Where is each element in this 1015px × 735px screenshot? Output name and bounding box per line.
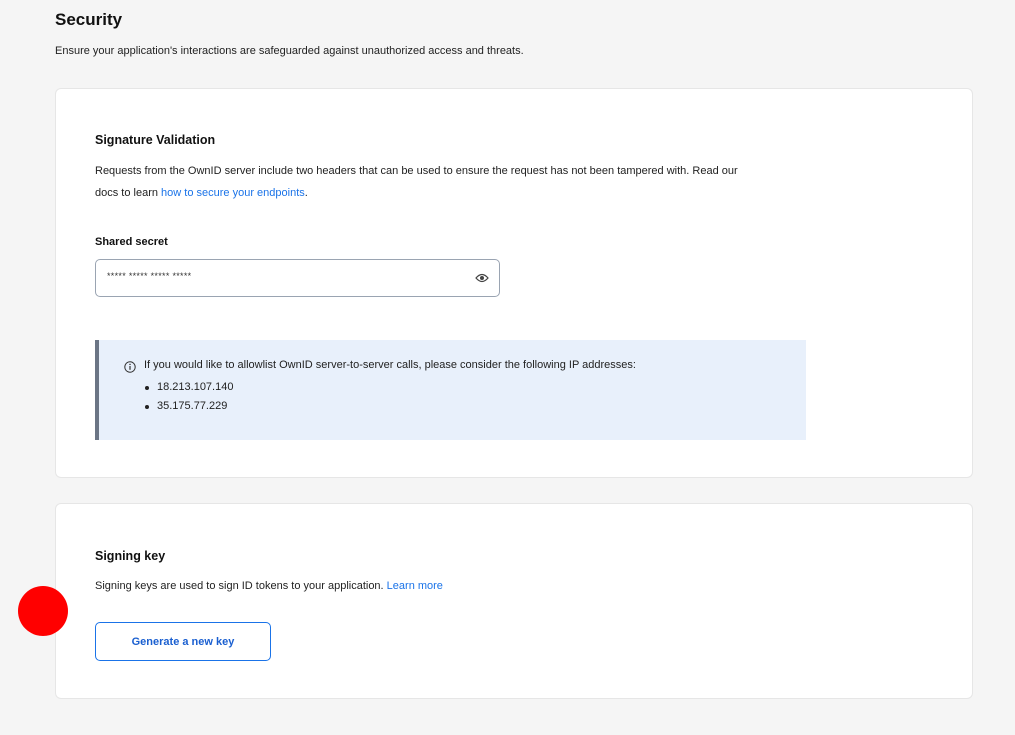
ip-address-item: 35.175.77.229: [144, 397, 233, 416]
info-icon: [124, 361, 136, 373]
learn-more-link[interactable]: Learn more: [387, 580, 443, 592]
signing-key-title: Signing key: [95, 549, 166, 563]
ip-allowlist-notice: If you would like to allowlist OwnID ser…: [95, 340, 806, 440]
generate-new-key-button[interactable]: Generate a new key: [95, 622, 271, 661]
eye-icon[interactable]: [475, 272, 489, 284]
description-line1: Requests from the OwnID server include t…: [95, 165, 738, 177]
ip-address: 18.213.107.140: [157, 381, 234, 393]
shared-secret-input[interactable]: ***** ***** ***** *****: [95, 259, 500, 297]
security-page: Security Ensure your application's inter…: [0, 0, 1015, 735]
info-text: If you would like to allowlist OwnID ser…: [144, 359, 636, 371]
shared-secret-value: ***** ***** ***** *****: [107, 271, 192, 281]
ip-address: 35.175.77.229: [157, 400, 228, 412]
bullet-icon: [145, 386, 149, 390]
page-subtitle: Ensure your application's interactions a…: [55, 45, 524, 57]
signing-key-description: Signing keys are used to sign ID tokens …: [95, 575, 443, 597]
shared-secret-label: Shared secret: [95, 236, 168, 248]
ip-address-list: 18.213.107.140 35.175.77.229: [144, 378, 233, 416]
signing-key-text: Signing keys are used to sign ID tokens …: [95, 580, 387, 592]
ip-address-item: 18.213.107.140: [144, 378, 233, 397]
signing-key-card: Signing key Signing keys are used to sig…: [55, 503, 973, 699]
page-title: Security: [55, 10, 123, 29]
description-suffix: .: [304, 187, 308, 199]
secure-endpoints-link[interactable]: how to secure your endpoints: [161, 187, 305, 199]
red-marker-dot: [18, 586, 68, 636]
signature-validation-description: Requests from the OwnID server include t…: [95, 160, 935, 204]
bullet-icon: [145, 405, 149, 409]
description-prefix: docs to learn: [95, 187, 162, 199]
signature-validation-card: Signature Validation Requests from the O…: [55, 88, 973, 478]
signature-validation-title: Signature Validation: [95, 133, 216, 147]
